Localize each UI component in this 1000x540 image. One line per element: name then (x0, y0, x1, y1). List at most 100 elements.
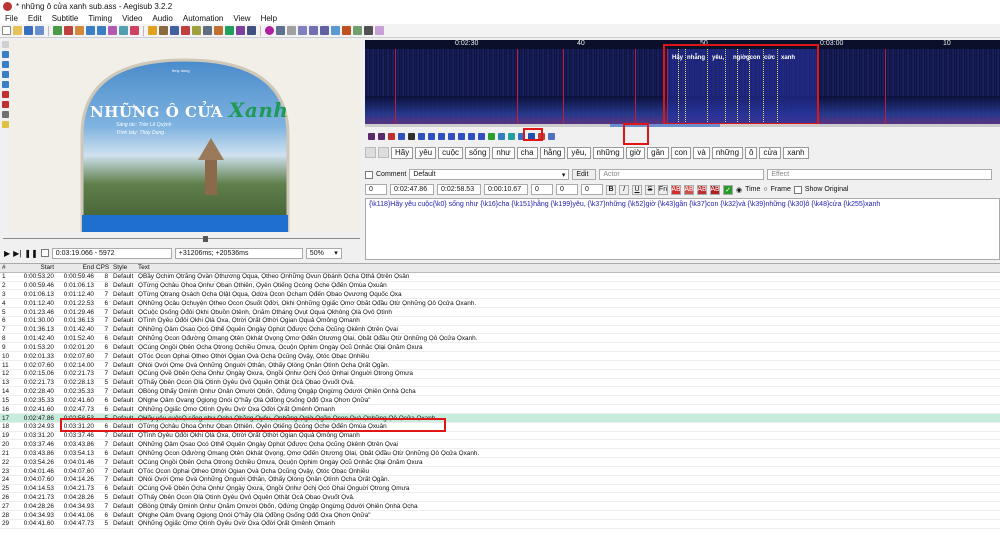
table-row[interactable]: 19 0:03:31.20 0:03:37.46 7 Default ỌTình Ọyêu… (0, 432, 1000, 441)
table-row[interactable]: 29 0:04:41.60 0:04:47.73 5 Default ỌNhững Ọgi… (0, 520, 1000, 529)
frame-radio[interactable]: ○ (763, 186, 767, 193)
karaoke-word[interactable]: Hãy (391, 146, 414, 159)
table-row[interactable]: 20 0:03:37.46 0:03:43.86 7 Default ỌNhững Ọâm… (0, 441, 1000, 450)
snap-icon[interactable] (108, 26, 117, 35)
automation-icon[interactable] (265, 26, 274, 35)
table-row[interactable]: 8 0:01:42.40 0:01:52.40 6 Default ỌNhững Ọcon… (0, 335, 1000, 344)
karaoke-word[interactable]: cuộc (438, 146, 464, 159)
karaoke-word[interactable]: những (592, 146, 624, 159)
table-row[interactable]: 7 0:01:36.13 0:01:42.40 7 Default ỌNhững Ọâm … (0, 326, 1000, 335)
table-row[interactable]: 4 0:01:12.40 0:01:22.53 6 Default ỌNhững Ọcâu… (0, 299, 1000, 308)
karaoke-word[interactable]: và (693, 146, 710, 159)
karaoke-word[interactable]: xanh (783, 146, 809, 159)
timing-postprocessor-icon[interactable] (192, 26, 201, 35)
play-to-end-icon[interactable] (458, 132, 465, 140)
open-file-icon[interactable] (13, 26, 22, 35)
karaoke-word[interactable]: cửa (759, 146, 782, 159)
zoom-select[interactable]: 50% ▾ (305, 247, 342, 259)
karaoke-accept-button[interactable] (378, 147, 389, 158)
lua-icon[interactable] (375, 26, 384, 35)
menu-automation[interactable]: Automation (178, 14, 228, 23)
kanji-timer-icon[interactable] (203, 26, 212, 35)
menu-video[interactable]: Video (117, 14, 147, 23)
duration-field[interactable]: 0:00:10.67 (484, 184, 528, 195)
play-start-icon[interactable] (438, 132, 445, 140)
table-row[interactable]: 6 0:01:30.00 0:01:36.13 7 Default ỌTình Ọyêu … (0, 317, 1000, 326)
table-row[interactable]: 3 0:01:06.13 0:01:12.40 7 Default ỌTừng Ọtran… (0, 291, 1000, 300)
table-row[interactable]: 22 0:03:54.26 0:04:01.46 7 Default ỌCùng Ọngồ… (0, 458, 1000, 467)
commit-check-icon[interactable]: ✓ (723, 184, 733, 195)
save-as-icon[interactable] (35, 26, 44, 35)
audio-waveform-display[interactable]: 0:02:30 40 50 0:03:00 10 Hãy nhẵng yêu, … (365, 40, 1000, 126)
underline-button[interactable]: U (632, 184, 642, 195)
attachments-icon[interactable] (130, 26, 139, 35)
stop-icon[interactable] (408, 132, 415, 140)
video-seek-slider[interactable] (3, 236, 360, 242)
edit-style-button[interactable]: Edit (572, 169, 597, 180)
bold-button[interactable]: B (606, 184, 616, 195)
auto-commit-icon[interactable] (508, 132, 515, 140)
drag-tool-icon[interactable] (1, 51, 9, 58)
play-line-icon[interactable] (398, 132, 405, 140)
table-row[interactable]: 13 0:02:21.73 0:02:28.13 5 Default ỌThấy Ọbên… (0, 379, 1000, 388)
layer-field[interactable]: 0 (365, 184, 387, 195)
scale-tool-icon[interactable] (1, 81, 9, 88)
video-details-icon[interactable] (119, 26, 128, 35)
menu-help[interactable]: Help (256, 14, 282, 23)
effect-field[interactable]: Effect (767, 169, 993, 180)
video-time-field[interactable]: 0:03:19.066 - 5972 (51, 247, 172, 259)
font-button[interactable]: Fn (658, 184, 668, 195)
table-row[interactable]: 10 0:02:01.33 0:02:07.60 7 Default ỌTóc Ọcon … (0, 352, 1000, 361)
fonts-collector-icon[interactable] (170, 26, 179, 35)
new-file-icon[interactable] (2, 26, 11, 35)
timing-icon[interactable] (353, 26, 362, 35)
resample-res-icon[interactable] (342, 26, 351, 35)
menu-audio[interactable]: Audio (147, 14, 177, 23)
header-cps[interactable]: CPS (96, 264, 110, 271)
table-row[interactable]: 23 0:04:01.46 0:04:07.60 7 Default ỌTóc Ọcon … (0, 467, 1000, 476)
menu-edit[interactable]: Edit (23, 14, 47, 23)
karaoke-word[interactable]: như (492, 146, 515, 159)
table-row[interactable]: 28 0:04:34.93 0:04:41.06 6 Default ỌNghe Ọâm … (0, 511, 1000, 520)
table-row[interactable]: 11 0:02:07.60 0:02:14.00 7 Default ỌNói Ọvới … (0, 361, 1000, 370)
strikeout-button[interactable]: S (645, 184, 655, 195)
play-end-icon[interactable] (448, 132, 455, 140)
karaoke-word[interactable]: sống (465, 146, 491, 159)
actor-field[interactable]: Actor (599, 169, 765, 180)
table-row[interactable]: 16 0:02:41.60 0:02:47.73 6 Default ỌNhững Ọgi… (0, 405, 1000, 414)
find-replace-icon[interactable] (236, 26, 245, 35)
margin-vertical-field[interactable]: 0 (581, 184, 603, 195)
header-style[interactable]: Style (110, 264, 136, 271)
clip-rect-icon[interactable] (1, 91, 9, 98)
menu-timing[interactable]: Timing (83, 14, 117, 23)
autoscroll-checkbox[interactable] (40, 249, 49, 257)
table-row[interactable]: 25 0:04:14.53 0:04:21.73 6 Default ỌCùng Ọvề … (0, 485, 1000, 494)
tags-show-icon[interactable] (309, 26, 318, 35)
table-row[interactable]: 2 0:00:59.46 0:01:06.13 8 Default ỌTừng Ọchâu… (0, 282, 1000, 291)
zoom-out-icon[interactable] (97, 26, 106, 35)
header-number[interactable]: # (0, 264, 10, 271)
lead-out-icon[interactable] (478, 132, 485, 140)
outline-color-button[interactable]: AB (697, 184, 707, 195)
table-row[interactable]: 26 0:04:21.73 0:04:28.26 5 Default ỌThấy Ọbên… (0, 494, 1000, 503)
menu-file[interactable]: File (0, 14, 23, 23)
play-after-icon[interactable] (428, 132, 435, 140)
table-row[interactable]: 24 0:04:07.60 0:04:14.26 7 Default ỌNói Ọvới … (0, 476, 1000, 485)
secondary-color-button[interactable]: AB (684, 184, 694, 195)
table-row[interactable]: 1 0:00:53.20 0:00:59.46 8 Default ỌBầy Ọchim … (0, 273, 1000, 282)
table-row[interactable]: 14 0:02:28.40 0:02:35.33 7 Default ỌBỗng Ọthấ… (0, 388, 1000, 397)
karaoke-word[interactable]: giờ (625, 146, 646, 159)
subs-video-icon[interactable] (331, 26, 340, 35)
time-radio[interactable]: ◉ (736, 186, 742, 194)
audio-scrollbar[interactable] (365, 124, 1000, 127)
shift-times-icon[interactable] (214, 26, 223, 35)
go-to-icon[interactable] (498, 132, 505, 140)
prev-line-icon[interactable] (368, 132, 375, 140)
karaoke-word[interactable]: con (670, 146, 692, 159)
karaoke-word[interactable]: ô (745, 146, 758, 159)
close-video-icon[interactable] (64, 26, 73, 35)
help-icon[interactable] (1, 121, 9, 128)
jump-to-icon[interactable] (75, 26, 84, 35)
primary-color-button[interactable]: AB (671, 184, 681, 195)
seek-knob[interactable] (203, 236, 208, 242)
